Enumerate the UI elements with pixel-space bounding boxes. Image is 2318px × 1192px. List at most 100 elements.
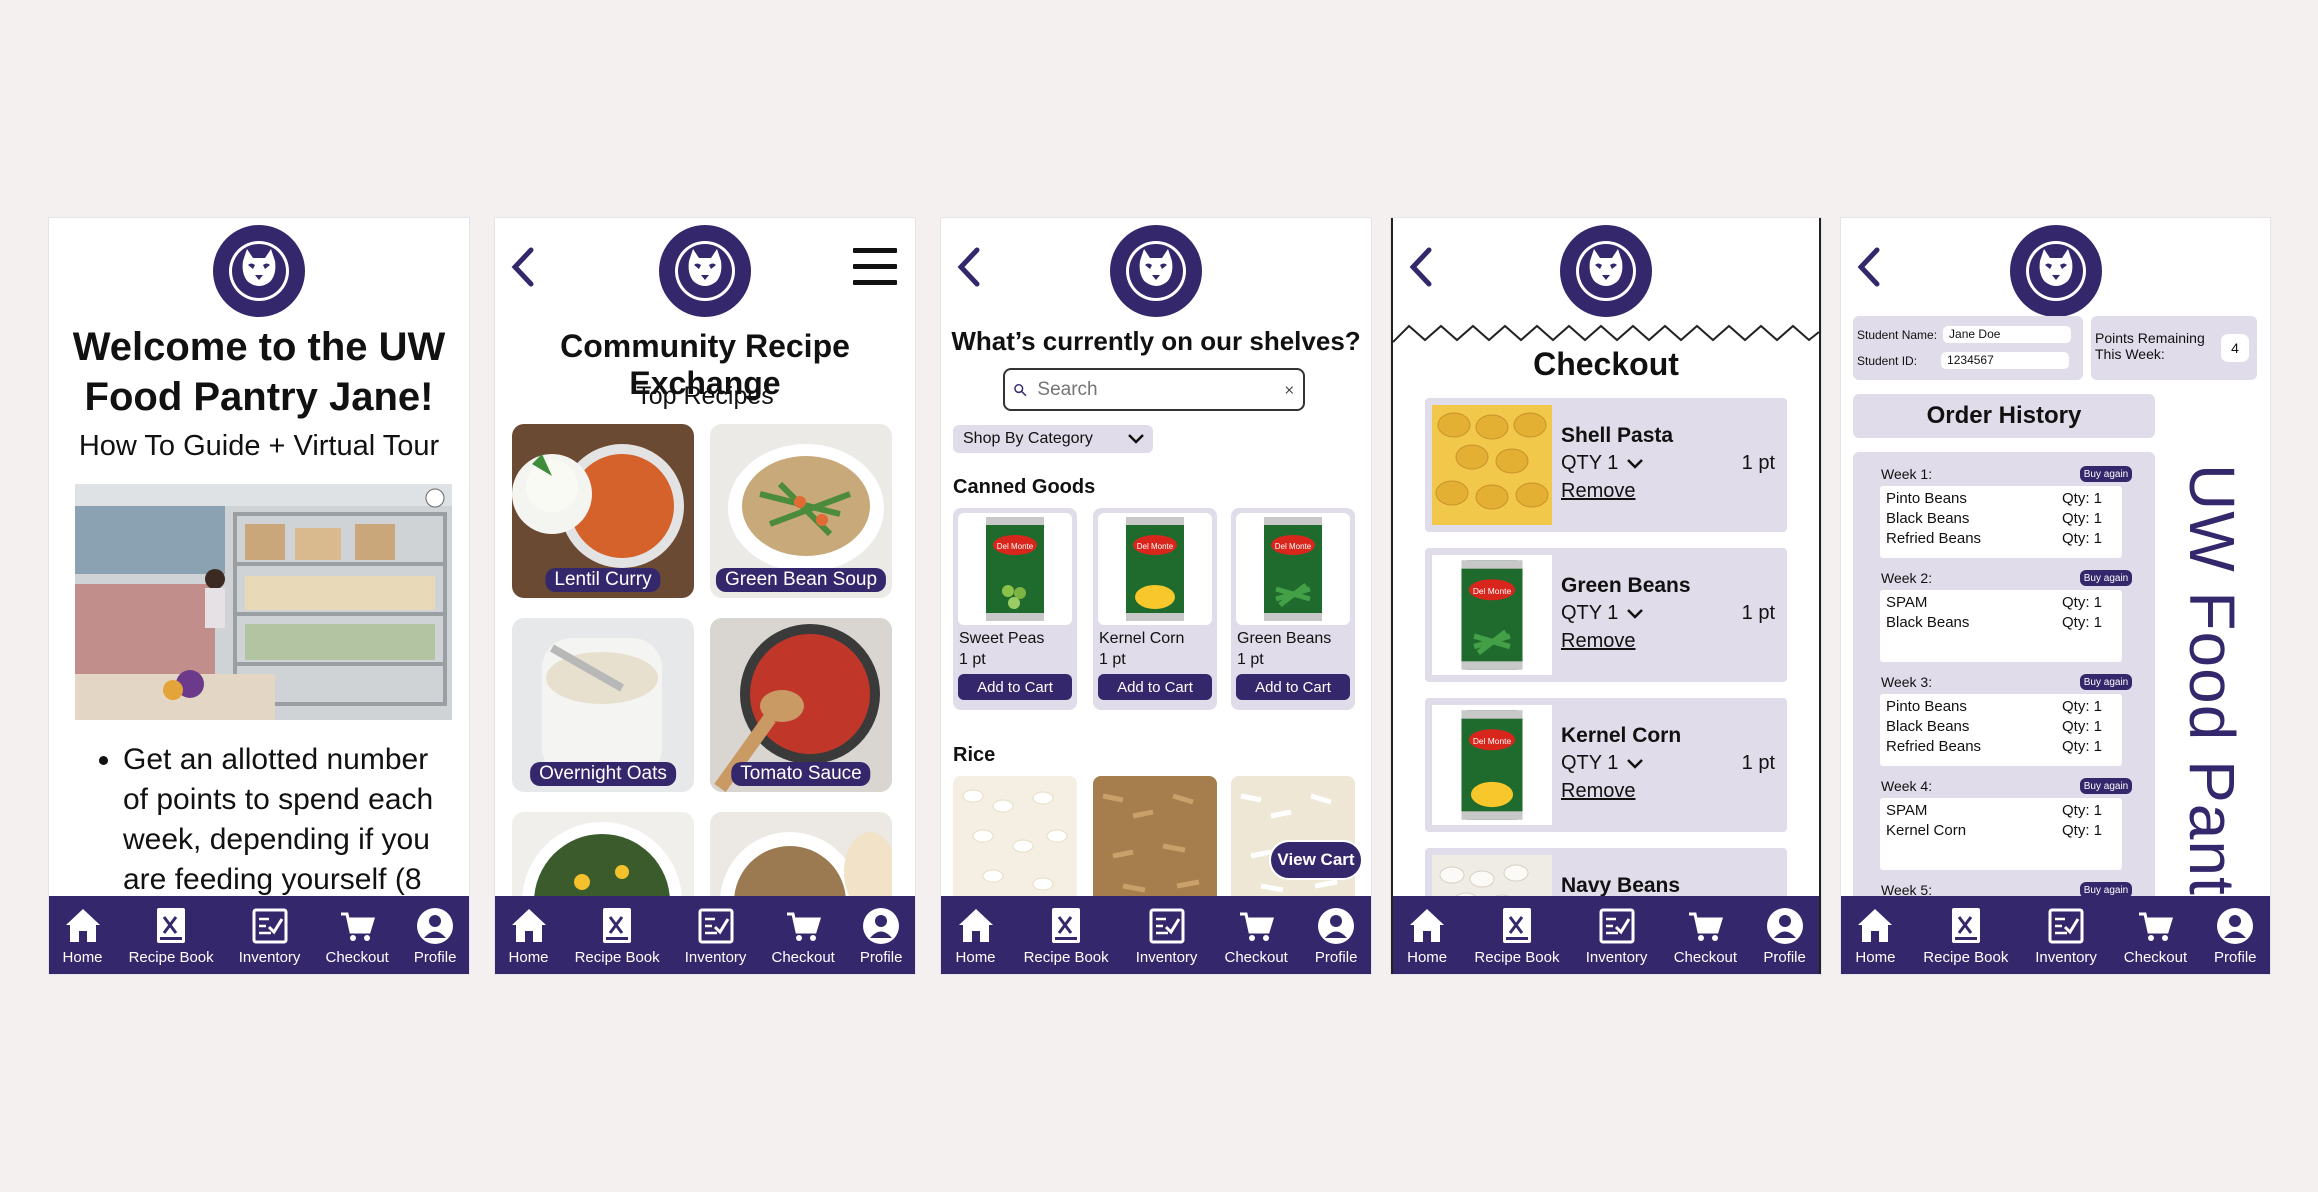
nav-label: Home bbox=[62, 948, 103, 966]
nav-checkout[interactable]: Checkout bbox=[325, 905, 389, 966]
recipe-book-icon bbox=[150, 905, 192, 947]
nav-profile[interactable]: Profile bbox=[1763, 905, 1806, 966]
nav-label: Profile bbox=[413, 948, 457, 966]
back-button[interactable] bbox=[1849, 244, 1889, 290]
product-image bbox=[958, 513, 1072, 625]
nav-label: Recipe Book bbox=[128, 948, 214, 966]
hamburger-icon bbox=[853, 248, 897, 253]
product-name: Kernel Corn bbox=[1099, 630, 1185, 647]
chevron-down-icon bbox=[1626, 607, 1644, 621]
home-icon bbox=[62, 905, 104, 947]
menu-button[interactable] bbox=[853, 248, 897, 288]
nav-checkout[interactable]: Checkout bbox=[2124, 905, 2187, 966]
qty-selector[interactable]: QTY 1 bbox=[1561, 602, 1644, 625]
search-bar bbox=[1003, 368, 1305, 411]
buy-again-button[interactable]: Buy again bbox=[2080, 570, 2132, 586]
nav-profile[interactable]: Profile bbox=[859, 905, 903, 966]
week-label: Week 4: bbox=[1881, 778, 1933, 794]
product-card-kernel-corn: Kernel Corn 1 pt Add to Cart bbox=[1093, 508, 1217, 710]
bottom-nav: Home Recipe Book Inventory Checkout Prof… bbox=[495, 896, 915, 974]
item-points: 1 pt bbox=[1741, 602, 1775, 624]
nav-recipe-book[interactable]: Recipe Book bbox=[129, 905, 214, 966]
uw-food-pantry-logo bbox=[213, 225, 305, 317]
chevron-down-icon bbox=[1626, 457, 1644, 471]
buy-again-button[interactable]: Buy again bbox=[2080, 674, 2132, 690]
nav-checkout[interactable]: Checkout bbox=[771, 905, 835, 966]
add-to-cart-button[interactable]: Add to Cart bbox=[958, 674, 1072, 700]
page-title: What’s currently on our shelves? bbox=[951, 326, 1361, 356]
nav-profile[interactable]: Profile bbox=[413, 905, 457, 966]
clear-search-icon[interactable] bbox=[1284, 379, 1295, 401]
nav-recipe-book[interactable]: Recipe Book bbox=[1474, 905, 1559, 966]
recipe-screen: Community Recipe Exchange Top Recipes Le… bbox=[495, 218, 915, 974]
inventory-screen: What’s currently on our shelves? Shop By… bbox=[941, 218, 1371, 974]
uw-food-pantry-logo bbox=[1110, 225, 1202, 317]
nav-home[interactable]: Home bbox=[62, 905, 104, 966]
item-name: Kernel Corn bbox=[1561, 724, 1682, 747]
guide-link[interactable]: How To Guide + Virtual Tour bbox=[49, 430, 469, 463]
order-history-header: Order History bbox=[1853, 394, 2155, 438]
back-arrow-icon bbox=[1849, 244, 1889, 290]
back-button[interactable] bbox=[949, 244, 989, 290]
nav-checkout[interactable]: Checkout bbox=[1224, 905, 1288, 966]
nav-home[interactable]: Home bbox=[955, 905, 997, 966]
nav-home[interactable]: Home bbox=[1854, 905, 1896, 966]
recipe-book-icon bbox=[1945, 905, 1987, 947]
pantry-tour-photo[interactable] bbox=[75, 484, 452, 720]
qty-selector[interactable]: QTY 1 bbox=[1561, 752, 1644, 775]
recipe-card-overnight-oats[interactable]: Overnight Oats bbox=[512, 618, 694, 792]
points-remaining-card: Points Remaining This Week: 4 bbox=[2091, 316, 2257, 380]
recipe-label: Overnight Oats bbox=[530, 762, 676, 786]
buy-again-button[interactable]: Buy again bbox=[2080, 466, 2132, 482]
nav-label: Checkout bbox=[325, 948, 389, 966]
add-to-cart-button[interactable]: Add to Cart bbox=[1236, 674, 1350, 700]
remove-link[interactable]: Remove bbox=[1561, 780, 1635, 803]
nav-home[interactable]: Home bbox=[508, 905, 550, 966]
rice-card[interactable] bbox=[953, 776, 1077, 916]
recipe-card-lentil-curry[interactable]: Lentil Curry bbox=[512, 424, 694, 598]
recipe-card-green-bean-soup[interactable]: Green Bean Soup bbox=[710, 424, 892, 598]
week-label: Week 1: bbox=[1881, 466, 1933, 482]
product-image bbox=[1432, 705, 1552, 825]
nav-label: Profile bbox=[859, 948, 903, 966]
nav-inventory[interactable]: Inventory bbox=[1586, 905, 1647, 966]
nav-label: Checkout bbox=[1673, 948, 1738, 966]
remove-link[interactable]: Remove bbox=[1561, 480, 1635, 503]
cart-icon bbox=[2134, 905, 2176, 947]
nav-profile[interactable]: Profile bbox=[1315, 905, 1357, 966]
nav-inventory[interactable]: Inventory bbox=[1136, 905, 1197, 966]
nav-checkout[interactable]: Checkout bbox=[1674, 905, 1737, 966]
nav-inventory[interactable]: Inventory bbox=[239, 905, 300, 966]
view-cart-button[interactable]: View Cart bbox=[1269, 840, 1363, 880]
buy-again-button[interactable]: Buy again bbox=[2080, 778, 2132, 794]
nav-label: Inventory bbox=[2035, 948, 2097, 966]
nav-recipe-book[interactable]: Recipe Book bbox=[575, 905, 660, 966]
add-to-cart-button[interactable]: Add to Cart bbox=[1098, 674, 1212, 700]
back-arrow-icon bbox=[1401, 244, 1441, 290]
search-input[interactable] bbox=[1035, 377, 1285, 402]
nav-inventory[interactable]: Inventory bbox=[2035, 905, 2097, 966]
shop-by-category-dropdown[interactable]: Shop By Category bbox=[953, 425, 1153, 453]
product-points: 1 pt bbox=[1237, 651, 1264, 668]
bottom-nav: Home Recipe Book Inventory Checkout Prof… bbox=[1841, 896, 2270, 974]
recipe-card-tomato-sauce[interactable]: Tomato Sauce bbox=[710, 618, 892, 792]
home-icon bbox=[1406, 905, 1448, 947]
nav-home[interactable]: Home bbox=[1406, 905, 1448, 966]
item-name: Shell Pasta bbox=[1561, 424, 1674, 447]
student-name-value: Jane Doe bbox=[1943, 326, 2072, 343]
nav-recipe-book[interactable]: Recipe Book bbox=[1923, 905, 2008, 966]
qty-selector[interactable]: QTY 1 bbox=[1561, 452, 1644, 475]
nav-inventory[interactable]: Inventory bbox=[685, 905, 746, 966]
back-button[interactable] bbox=[1401, 244, 1441, 290]
cart-item-shell-pasta: Shell Pasta QTY 1 Remove 1 pt bbox=[1425, 398, 1787, 532]
nav-label: Recipe Book bbox=[1923, 948, 2009, 966]
week-items: SPAM Qty: 1 Kernel Corn Qty: 1 bbox=[1880, 798, 2122, 870]
nav-profile[interactable]: Profile bbox=[2214, 905, 2257, 966]
search-icon bbox=[1014, 383, 1027, 396]
rice-card[interactable] bbox=[1093, 776, 1217, 916]
nav-recipe-book[interactable]: Recipe Book bbox=[1024, 905, 1109, 966]
remove-link[interactable]: Remove bbox=[1561, 630, 1635, 653]
item-points: 1 pt bbox=[1741, 452, 1775, 474]
receipt-edge bbox=[1393, 324, 1819, 343]
back-button[interactable] bbox=[503, 244, 543, 290]
